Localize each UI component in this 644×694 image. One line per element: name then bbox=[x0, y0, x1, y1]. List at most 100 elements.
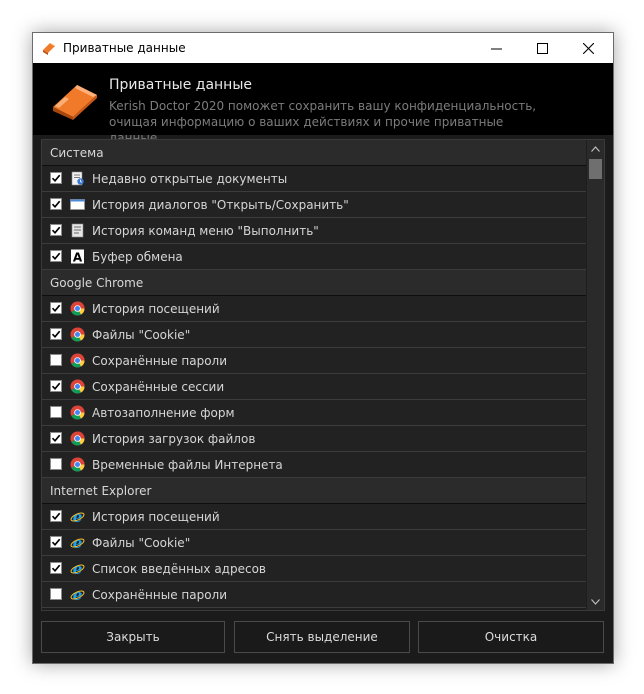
list-item[interactable]: e История посещений bbox=[42, 504, 586, 530]
chevron-up-icon bbox=[591, 145, 600, 152]
close-button[interactable]: Закрыть bbox=[41, 621, 225, 653]
list-item[interactable]: e Сохранённые пароли bbox=[42, 582, 586, 608]
list-item[interactable]: История загрузок файлов bbox=[42, 426, 586, 452]
item-label: История команд меню "Выполнить" bbox=[92, 224, 319, 238]
item-checkbox[interactable] bbox=[50, 302, 62, 314]
vertical-scrollbar[interactable] bbox=[587, 140, 604, 610]
item-label: История посещений bbox=[92, 302, 220, 316]
item-checkbox[interactable] bbox=[50, 562, 62, 574]
scroll-up-button[interactable] bbox=[587, 140, 604, 157]
group-header: Система bbox=[42, 140, 586, 166]
checkmark-icon bbox=[51, 512, 61, 520]
item-checkbox[interactable] bbox=[50, 328, 62, 340]
list-item[interactable]: Файлы "Cookie" bbox=[42, 322, 586, 348]
item-checkbox[interactable] bbox=[50, 198, 62, 210]
checkmark-icon bbox=[51, 382, 61, 390]
svg-text:e: e bbox=[73, 587, 83, 602]
item-label: Список введённых адресов bbox=[92, 562, 266, 576]
svg-text:e: e bbox=[73, 535, 83, 550]
item-label: История посещений bbox=[92, 510, 220, 524]
minimize-button[interactable] bbox=[473, 33, 519, 63]
checkmark-icon bbox=[51, 252, 61, 260]
dialog-window-icon bbox=[70, 197, 85, 212]
item-label: История диалогов "Открыть/Сохранить" bbox=[92, 198, 349, 212]
item-label: Буфер обмена bbox=[92, 250, 183, 264]
checkmark-icon bbox=[51, 304, 61, 312]
item-label: Недавно открытые документы bbox=[92, 172, 288, 186]
item-checkbox[interactable] bbox=[50, 536, 62, 548]
chrome-icon bbox=[70, 327, 85, 342]
checkmark-icon bbox=[51, 174, 61, 182]
checkmark-icon bbox=[51, 538, 61, 546]
window-title: Приватные данные bbox=[63, 41, 186, 55]
chrome-icon bbox=[70, 379, 85, 394]
item-label: Файлы "Cookie" bbox=[92, 536, 191, 550]
item-checkbox[interactable] bbox=[50, 250, 62, 262]
item-label: Файлы "Cookie" bbox=[92, 328, 191, 342]
header-title: Приватные данные bbox=[109, 77, 253, 93]
item-checkbox[interactable] bbox=[50, 458, 62, 470]
item-label: Автозаполнение форм bbox=[92, 406, 235, 420]
list-rows: Система Недавно открытые документы История… bbox=[42, 140, 586, 608]
group-label: Internet Explorer bbox=[50, 483, 152, 498]
item-label: Временные файлы Интернета bbox=[92, 458, 283, 472]
private-data-window: Приватные данные Приватные данные Kerish… bbox=[32, 32, 614, 664]
eraser-icon bbox=[53, 85, 97, 120]
header-panel: Приватные данные Kerish Doctor 2020 помо… bbox=[33, 63, 613, 145]
list-item[interactable]: Недавно открытые документы bbox=[42, 166, 586, 192]
clean-button[interactable]: Очистка bbox=[418, 621, 604, 653]
svg-text:e: e bbox=[73, 509, 83, 524]
item-checkbox[interactable] bbox=[50, 510, 62, 522]
private-data-list[interactable]: Система Недавно открытые документы История… bbox=[41, 139, 605, 611]
list-item[interactable]: История посещений bbox=[42, 296, 586, 322]
maximize-icon bbox=[536, 42, 548, 54]
item-checkbox[interactable] bbox=[50, 380, 62, 392]
item-label: Сохранённые сессии bbox=[92, 380, 225, 394]
recent-docs-icon bbox=[70, 171, 85, 186]
item-checkbox[interactable] bbox=[50, 406, 62, 418]
ie-icon: e bbox=[70, 534, 85, 552]
checkmark-icon bbox=[51, 200, 61, 208]
group-label: Система bbox=[50, 145, 104, 160]
list-item[interactable]: Временные файлы Интернета bbox=[42, 452, 586, 478]
list-item[interactable]: Сохранённые пароли bbox=[42, 348, 586, 374]
deselect-button[interactable]: Снять выделение bbox=[234, 621, 410, 653]
title-bar[interactable]: Приватные данные bbox=[33, 33, 613, 63]
group-label: Google Chrome bbox=[50, 275, 144, 290]
chrome-icon bbox=[70, 353, 85, 368]
item-checkbox[interactable] bbox=[50, 354, 62, 366]
checkmark-icon bbox=[51, 330, 61, 338]
maximize-button[interactable] bbox=[519, 33, 565, 63]
item-label: История загрузок файлов bbox=[92, 432, 256, 446]
chrome-icon bbox=[70, 301, 85, 316]
ie-icon: e bbox=[70, 586, 85, 604]
list-item[interactable]: e Список введённых адресов bbox=[42, 556, 586, 582]
scroll-down-button[interactable] bbox=[587, 593, 604, 610]
clipboard-icon: A bbox=[70, 249, 85, 265]
list-item[interactable]: e Файлы "Cookie" bbox=[42, 530, 586, 556]
checkmark-icon bbox=[51, 564, 61, 572]
list-item[interactable]: Сохранённые сессии bbox=[42, 374, 586, 400]
checkmark-icon bbox=[51, 434, 61, 442]
item-label: Сохранённые пароли bbox=[92, 354, 228, 368]
close-window-button[interactable] bbox=[565, 33, 611, 63]
group-header: Google Chrome bbox=[42, 270, 586, 296]
list-item[interactable]: История команд меню "Выполнить" bbox=[42, 218, 586, 244]
chevron-down-icon bbox=[591, 598, 600, 605]
chrome-icon bbox=[70, 431, 85, 446]
list-item[interactable]: Автозаполнение форм bbox=[42, 400, 586, 426]
item-checkbox[interactable] bbox=[50, 172, 62, 184]
item-checkbox[interactable] bbox=[50, 588, 62, 600]
list-item[interactable]: История диалогов "Открыть/Сохранить" bbox=[42, 192, 586, 218]
run-command-icon bbox=[70, 223, 85, 238]
scrollbar-thumb[interactable] bbox=[589, 159, 602, 179]
ie-icon: e bbox=[70, 508, 85, 526]
svg-text:e: e bbox=[73, 561, 83, 576]
item-checkbox[interactable] bbox=[50, 224, 62, 236]
list-item[interactable]: A Буфер обмена bbox=[42, 244, 586, 270]
ie-icon: e bbox=[70, 560, 85, 578]
chrome-icon bbox=[70, 405, 85, 420]
item-checkbox[interactable] bbox=[50, 432, 62, 444]
item-label: Сохранённые пароли bbox=[92, 588, 228, 602]
svg-text:A: A bbox=[73, 251, 83, 265]
